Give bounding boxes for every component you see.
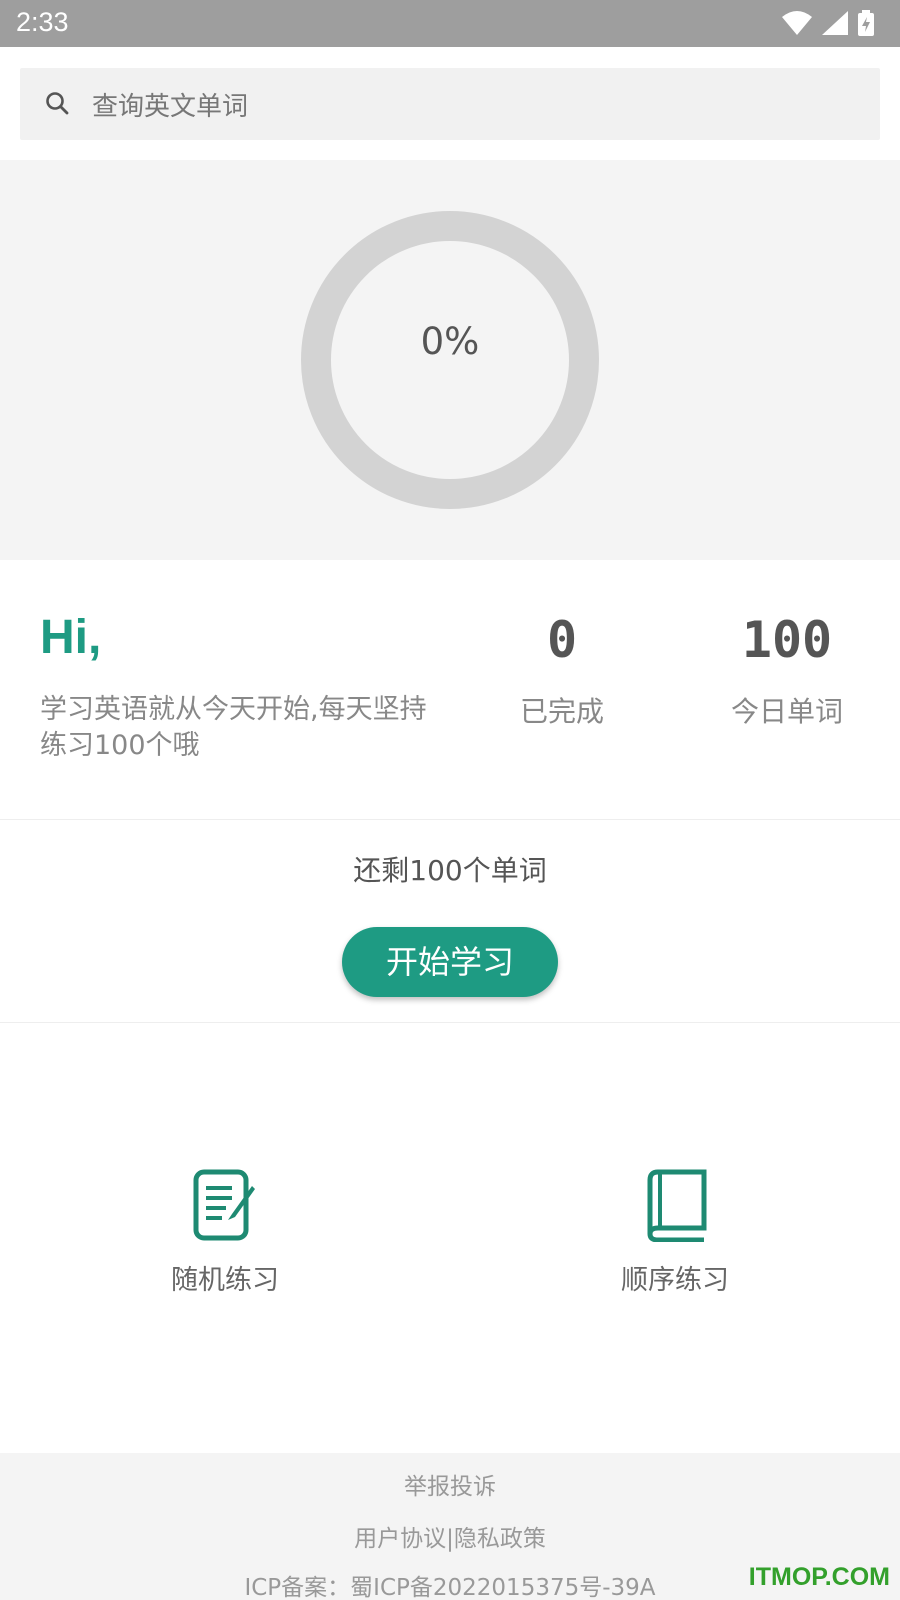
- battery-icon: [858, 10, 874, 36]
- progress-panel: 0%: [0, 160, 900, 560]
- sequential-practice-label: 顺序练习: [621, 1265, 729, 1296]
- search-placeholder: 查询英文单词: [92, 92, 249, 122]
- wifi-icon: [782, 11, 812, 35]
- stats-section: Hi, 学习英语就从今天开始,每天坚持练习100个哦 0 已完成 100 今日单…: [0, 560, 900, 820]
- cellular-signal-icon: [822, 11, 848, 35]
- sequential-practice-button[interactable]: 顺序练习: [565, 1168, 785, 1297]
- status-icons: [782, 10, 874, 36]
- watermark: ITMOP.COM: [748, 1563, 890, 1591]
- search-bar[interactable]: 查询英文单词: [20, 68, 880, 140]
- book-icon: [647, 1169, 707, 1242]
- random-practice-button[interactable]: 随机练习: [115, 1168, 335, 1297]
- greeting-hi: Hi,: [40, 611, 102, 664]
- search-icon: [46, 92, 69, 115]
- notepad-pen-icon: [193, 1169, 255, 1241]
- random-practice-label: 随机练习: [171, 1265, 279, 1296]
- status-bar: 2:33: [0, 0, 900, 47]
- completed-stat: 0 已完成: [472, 610, 652, 730]
- start-learning-button[interactable]: 开始学习: [342, 927, 558, 997]
- agreement-privacy-links[interactable]: 用户协议|隐私政策: [0, 1519, 900, 1553]
- remaining-words-text: 还剩100个单词: [353, 854, 547, 887]
- progress-percent: 0%: [420, 320, 480, 363]
- today-words-stat: 100 今日单词: [697, 610, 877, 730]
- greeting-motto: 学习英语就从今天开始,每天坚持练习100个哦: [40, 694, 427, 761]
- today-words-label: 今日单词: [730, 695, 843, 728]
- status-time: 2:33: [16, 7, 69, 37]
- completed-count: 0: [546, 611, 578, 669]
- completed-label: 已完成: [519, 695, 604, 728]
- today-words-count: 100: [741, 611, 833, 669]
- report-link[interactable]: 举报投诉: [0, 1467, 900, 1501]
- remaining-section: 还剩100个单词 开始学习: [0, 821, 900, 1023]
